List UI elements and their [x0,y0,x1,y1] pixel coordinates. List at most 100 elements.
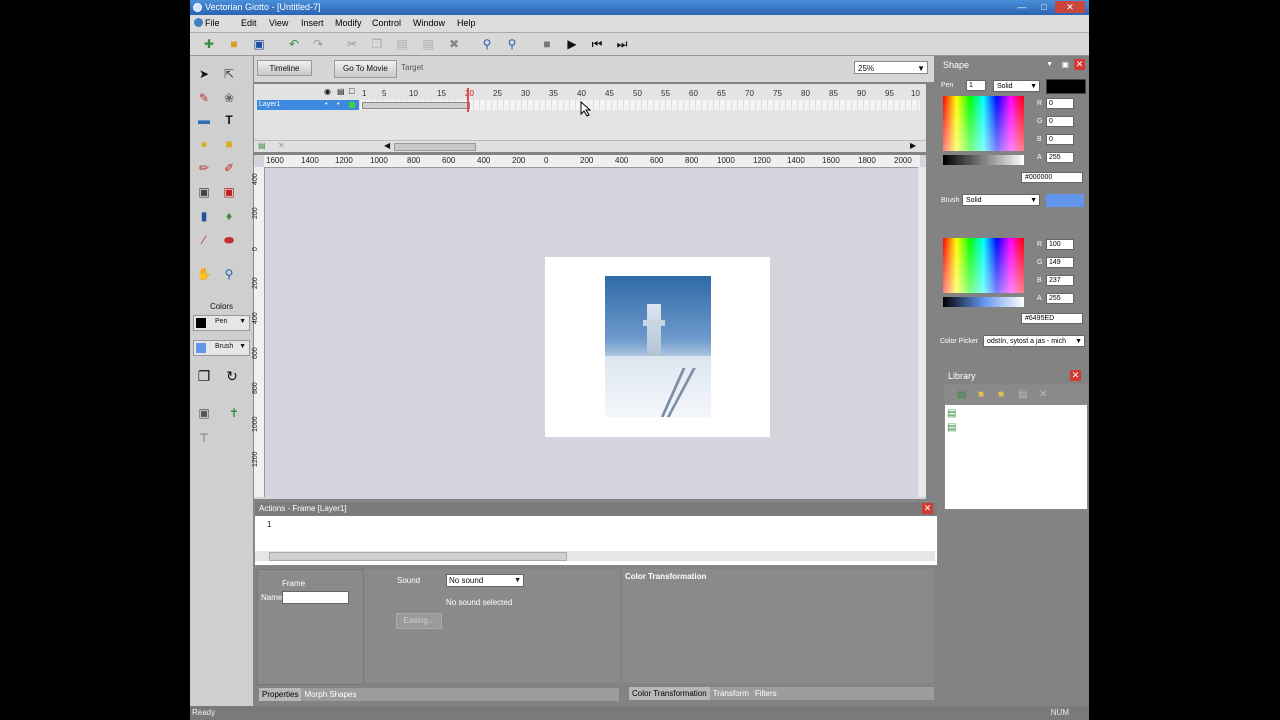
menu-window[interactable]: Window [413,15,445,32]
brush-hex-input[interactable]: #6495ED [1021,313,1083,324]
tab-morph-shapes[interactable]: Morph Shapes [301,688,359,701]
paste-icon[interactable]: ▤ [394,36,410,52]
swap-colors-icon[interactable]: ↻ [222,366,242,386]
fast-forward-icon[interactable]: ⏭ [614,36,630,52]
stage-vertical-scrollbar[interactable] [918,167,926,497]
menu-file[interactable]: File [194,15,220,32]
pen-luminance-bar[interactable] [943,155,1024,165]
close-library-panel-icon[interactable]: ✕ [1070,370,1081,381]
brush-b-input[interactable]: 237 [1046,275,1074,286]
undo-icon[interactable]: ↶ [286,36,302,52]
fill-transform-tool-icon[interactable]: ▣ [219,182,239,202]
delete-layer-icon[interactable]: ✕ [278,141,285,150]
easing-button[interactable]: Easing... [396,613,442,629]
brush-tool-icon[interactable]: ✐ [219,158,239,178]
pen-b-input[interactable]: 0 [1046,134,1074,145]
eyedropper-tool-icon[interactable]: ⁄ [194,230,214,250]
menu-insert[interactable]: Insert [301,15,324,32]
new-symbol-icon[interactable]: ▤ [957,389,966,400]
tab-filters[interactable]: Filters [752,687,780,700]
menu-modify[interactable]: Modify [335,15,362,32]
zoom-in-icon[interactable]: ⚲ [479,36,495,52]
frame-name-input[interactable] [282,591,349,604]
playhead[interactable] [467,88,469,112]
scrollbar-thumb[interactable] [394,143,476,151]
lasso-tool-icon[interactable]: ❀ [219,88,239,108]
brush-color-swatch[interactable]: Brush ▼ [193,340,250,356]
close-button[interactable]: ✕ [1055,1,1085,13]
brush-color-spectrum[interactable] [943,238,1024,293]
sound-select[interactable]: No sound ▼ [446,574,524,587]
stage-canvas[interactable] [545,257,770,437]
menu-edit[interactable]: Edit [241,15,257,32]
smooth-icon[interactable]: ✝ [224,403,244,423]
pencil-tool-icon[interactable]: ✏ [194,158,214,178]
open-folder-icon[interactable]: ■ [226,36,242,52]
tab-transform[interactable]: Transform [710,687,752,700]
eye-icon[interactable]: ◉ [324,87,331,96]
zoom-select[interactable]: 25% ▼ [854,61,928,74]
properties-icon[interactable]: ▤ [1018,389,1027,400]
brush-g-input[interactable]: 149 [1046,257,1074,268]
scrollbar-thumb[interactable] [269,552,567,561]
color-picker-select[interactable]: odstín, sytost a jas - mich ▼ [983,335,1085,347]
tab-properties[interactable]: Properties [259,688,302,701]
pen-hex-input[interactable]: #000000 [1021,172,1083,183]
save-icon[interactable]: ▣ [251,36,267,52]
close-actions-icon[interactable]: ✕ [922,503,933,514]
new-file-icon[interactable]: ✚ [201,36,217,52]
pen-tool-icon[interactable]: ✎ [194,88,214,108]
copy-icon[interactable]: ❐ [369,36,385,52]
brush-r-input[interactable]: 100 [1046,239,1074,250]
delete-icon[interactable]: ✕ [1039,389,1047,400]
menu-help[interactable]: Help [457,15,476,32]
pen-r-input[interactable]: 0 [1046,98,1074,109]
hand-tool-icon[interactable]: ✋ [194,264,214,284]
brush-a-input[interactable]: 255 [1046,293,1074,304]
paint-bucket-tool-icon[interactable]: ♦ [219,206,239,226]
panel-menu-icon[interactable]: ▼ [1046,58,1053,72]
target-button[interactable]: Target [393,60,431,76]
actions-hscrollbar[interactable] [255,551,935,561]
line-tool-icon[interactable]: ▬ [194,110,214,130]
add-layer-icon[interactable]: ▤ [258,141,266,150]
winter-photo-image[interactable] [605,276,711,417]
transform-tool-icon[interactable]: ▣ [194,182,214,202]
go-to-movie-button[interactable]: Go To Movie [334,60,397,78]
keyframe-span[interactable] [362,102,470,109]
layer-row[interactable]: Layer1 • • [257,100,359,110]
import-icon[interactable]: ■ [998,389,1004,400]
pen-g-input[interactable]: 0 [1046,116,1074,127]
cut-icon[interactable]: ✂ [344,36,360,52]
redo-icon[interactable]: ↷ [310,36,326,52]
lock-icon[interactable]: ▤ [337,87,345,96]
tab-timeline[interactable]: Timeline [257,60,312,76]
menu-control[interactable]: Control [372,15,401,32]
default-colors-icon[interactable]: ❐ [194,366,214,386]
library-item-icon[interactable]: ▤ [947,422,956,433]
zoom-tool-icon[interactable]: ⚲ [219,264,239,284]
brush-luminance-bar[interactable] [943,297,1024,307]
oval-tool-icon[interactable]: ● [194,134,214,154]
library-item-icon[interactable]: ▤ [947,408,956,419]
close-shape-panel-icon[interactable]: ✕ [1074,59,1085,70]
arrow-tool-icon[interactable]: ➤ [194,64,214,84]
zoom-out-icon[interactable]: ⚲ [504,36,520,52]
scroll-right-icon[interactable]: ▶ [910,141,916,150]
brush-style-select[interactable]: Solid ▼ [962,194,1040,206]
rewind-icon[interactable]: ⏮ [589,36,605,52]
tab-color-transformation[interactable]: Color Transformation [629,687,710,700]
snap-icon[interactable]: ▣ [194,403,214,423]
straighten-icon[interactable]: ⊤ [194,428,214,448]
pen-color-swatch[interactable]: Pen ▼ [193,315,250,331]
subselect-tool-icon[interactable]: ⇱ [219,64,239,84]
panel-float-icon[interactable]: ▣ [1061,58,1069,72]
delete-icon[interactable]: ✖ [446,36,462,52]
text-tool-icon[interactable]: T [219,110,239,130]
new-folder-icon[interactable]: ■ [978,389,984,400]
pen-color-spectrum[interactable] [943,96,1024,151]
rectangle-tool-icon[interactable]: ■ [219,134,239,154]
minimize-button[interactable]: — [1011,1,1033,13]
eraser-tool-icon[interactable]: ⬬ [219,230,239,250]
outline-icon[interactable]: □ [349,86,354,96]
